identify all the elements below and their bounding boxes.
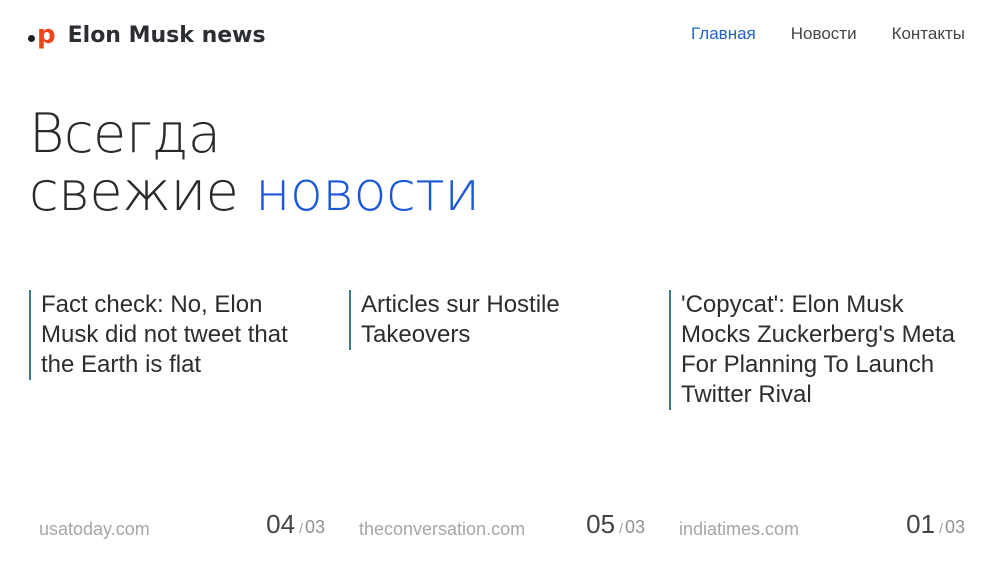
counter-current: 05 [586,509,616,539]
nav-item-news[interactable]: Новости [791,24,857,44]
nav-item-home[interactable]: Главная [691,24,756,44]
logo-letter: p [37,20,56,50]
news-card-title[interactable]: Fact check: No, Elon Musk did not tweet … [29,290,319,380]
news-card-footer: indiatimes.com 01/03 [679,509,965,540]
hero-accent-word: новости [255,160,480,223]
news-counter: 04/03 [266,509,325,540]
news-card-title[interactable]: Articles sur Hostile Takeovers [349,290,639,350]
hero-line-2: свежие новости [29,160,480,223]
news-card: Articles sur Hostile Takeovers theconver… [349,290,645,539]
counter-separator: / [619,520,623,536]
news-counter: 05/03 [586,509,645,540]
news-card: Fact check: No, Elon Musk did not tweet … [29,290,325,539]
news-card-title[interactable]: 'Copycat': Elon Musk Mocks Zuckerberg's … [669,290,959,410]
nav-item-contacts[interactable]: Контакты [892,24,965,44]
news-counter: 01/03 [906,509,965,540]
main-nav: Главная Новости Контакты [691,24,965,44]
hero-plain-word: свежие [29,160,239,223]
counter-current: 04 [266,509,296,539]
news-card: 'Copycat': Elon Musk Mocks Zuckerberg's … [669,290,965,539]
counter-total: 03 [304,517,325,537]
counter-separator: / [939,520,943,536]
news-source: theconversation.com [359,519,526,539]
logo-dot-icon [28,35,35,42]
logo-mark: p [28,22,56,48]
news-source: usatoday.com [39,519,150,539]
hero-heading: Всегда свежие новости [29,102,480,223]
counter-separator: / [299,520,303,536]
site-name: Elon Musk news [67,22,266,48]
counter-total: 03 [944,517,965,537]
news-card-footer: usatoday.com 04/03 [39,509,325,540]
site-header: p Elon Musk news Главная Новости Контакт… [0,0,994,72]
site-logo[interactable]: p Elon Musk news [28,22,266,48]
hero-line-1: Всегда [29,102,221,165]
news-card-footer: theconversation.com 05/03 [359,509,645,540]
news-source: indiatimes.com [679,519,800,539]
counter-total: 03 [624,517,645,537]
counter-current: 01 [906,509,936,539]
